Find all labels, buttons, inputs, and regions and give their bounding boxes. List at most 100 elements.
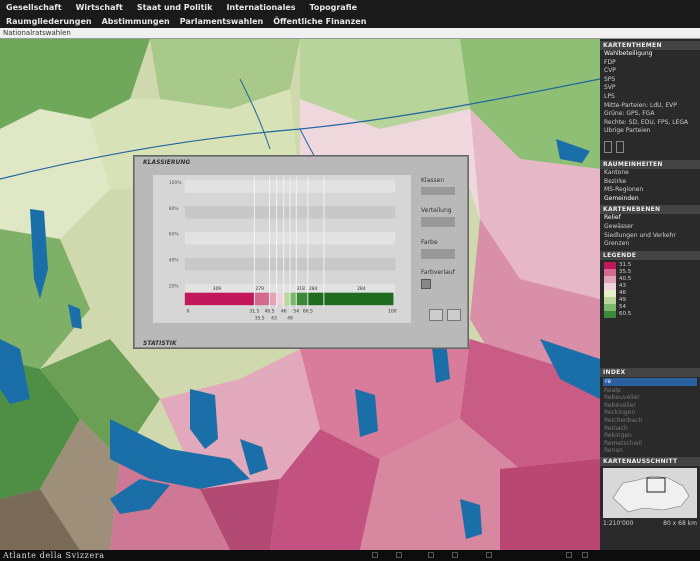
legend-label: 43: [619, 283, 626, 290]
farbverlauf-label: Farbverlauf: [421, 269, 455, 276]
legend-swatch: [604, 282, 616, 290]
bar-view-icon[interactable]: [604, 140, 612, 153]
legend-swatch: [604, 296, 616, 304]
overview-map[interactable]: [603, 468, 697, 519]
layer-relief[interactable]: Relief: [600, 214, 700, 223]
menu-topografie[interactable]: Topografie: [310, 3, 358, 12]
break-label: 43: [271, 315, 277, 321]
legend-label: 49: [619, 297, 626, 304]
help-icon[interactable]: [566, 552, 572, 558]
submenu-oeffentliche-finanzen[interactable]: Öffentliche Finanzen: [273, 17, 366, 26]
index-item[interactable]: Reckingen: [600, 409, 700, 417]
legend-label: 60.5: [619, 311, 632, 318]
save-icon[interactable]: [396, 552, 402, 558]
y-tick-label: 100%: [169, 180, 182, 186]
submenu-abstimmungen[interactable]: Abstimmungen: [102, 17, 170, 26]
klassen-selector[interactable]: [421, 187, 455, 195]
menu-staat-und-politik[interactable]: Staat und Politik: [137, 3, 213, 12]
legend: 31.5 35.5 40.5 43 46 49 54 60.5: [600, 260, 700, 318]
index-item[interactable]: Reinach: [600, 425, 700, 433]
y-tick-label: 40%: [169, 257, 179, 263]
submenu-parlamentswahlen[interactable]: Parlamentswahlen: [180, 17, 264, 26]
theme-sps[interactable]: SPS: [600, 76, 700, 85]
legend-swatch: [604, 261, 616, 269]
theme-svp[interactable]: SVP: [600, 84, 700, 93]
index-item[interactable]: Remetschwil: [600, 440, 700, 448]
farbverlauf-swatch[interactable]: [421, 279, 431, 289]
theme-fdp[interactable]: FDP: [600, 59, 700, 68]
index-item[interactable]: Rebévelier: [600, 402, 700, 410]
legend-row: 43: [600, 282, 700, 290]
close-icon[interactable]: [582, 552, 588, 558]
window-icon[interactable]: [486, 552, 492, 558]
legend-row: 35.5: [600, 268, 700, 276]
theme-cvp[interactable]: CVP: [600, 67, 700, 76]
menu-wirtschaft[interactable]: Wirtschaft: [76, 3, 123, 12]
sub-menu: Raumgliederungen Abstimmungen Parlaments…: [0, 14, 700, 28]
forward-icon[interactable]: [452, 552, 458, 558]
bar-count-label: 318: [296, 286, 305, 292]
theme-wahlbeteiligung[interactable]: Wahlbeteiligung: [600, 50, 700, 59]
unit-kantone[interactable]: Kantone: [600, 169, 700, 178]
theme-view-toggles: [600, 136, 700, 158]
class-bar-segment: [296, 292, 308, 306]
class-bar-segment: [307, 292, 394, 306]
scale-label: 1:210'000: [603, 520, 634, 528]
theme-mitte[interactable]: Mitte-Parteien: LdU, EVP: [600, 102, 700, 111]
farbe-selector[interactable]: [421, 249, 455, 259]
reset-button[interactable]: [429, 309, 443, 321]
index-search-input[interactable]: re: [603, 377, 697, 386]
index-item[interactable]: Rebeuvelier: [600, 394, 700, 402]
brand-logo: Atlante della Svizzera: [3, 551, 105, 560]
menu-gesellschaft[interactable]: Gesellschaft: [6, 3, 62, 12]
index-header: INDEX: [600, 367, 700, 377]
legend-label: 31.5: [619, 262, 632, 269]
index-item[interactable]: Reichenbach: [600, 417, 700, 425]
main-menu: Gesellschaft Wirtschaft Staat und Politi…: [0, 0, 700, 14]
submenu-raumgliederungen[interactable]: Raumgliederungen: [6, 17, 92, 26]
farbe-label: Farbe: [421, 239, 438, 246]
legend-swatch: [604, 275, 616, 283]
legend-label: 54: [619, 304, 626, 311]
unit-gemeinden[interactable]: Gemeinden: [600, 195, 700, 204]
apply-button[interactable]: [447, 309, 461, 321]
theme-lps[interactable]: LPS: [600, 93, 700, 102]
break-label: 46: [281, 308, 287, 314]
extent-label: 80 x 68 km: [663, 520, 697, 528]
class-bar-segment: [269, 292, 277, 306]
break-label: 60.5: [303, 308, 313, 314]
legende-header: LEGENDE: [600, 250, 700, 260]
index-item[interactable]: Rekingen: [600, 432, 700, 440]
class-bar-segment: [290, 292, 297, 306]
kartenthemen-header: KARTENTHEMEN: [600, 41, 700, 50]
breadcrumb[interactable]: Nationalratswahlen: [0, 28, 700, 39]
legend-row: 46: [600, 289, 700, 297]
dialog-title: KLASSIERUNG: [143, 159, 191, 166]
print-icon[interactable]: [372, 552, 378, 558]
legend-label: 46: [619, 290, 626, 297]
break-label: 54: [293, 308, 299, 314]
side-panel: KARTENTHEMEN Wahlbeteiligung FDP CVP SPS…: [600, 39, 700, 550]
theme-gruene[interactable]: Grüne: GPS, FGA: [600, 110, 700, 119]
unit-bezirke[interactable]: Bezirke: [600, 178, 700, 187]
legend-swatch: [604, 289, 616, 297]
statistik-tab[interactable]: STATISTIK: [143, 340, 177, 347]
y-tick-label: 20%: [169, 283, 179, 289]
break-label: 31.5: [249, 308, 259, 314]
back-icon[interactable]: [428, 552, 434, 558]
class-bar-segment: [254, 292, 270, 306]
layer-gewaesser[interactable]: Gewässer: [600, 223, 700, 232]
bar-count-label: 284: [357, 286, 366, 292]
menu-internationales[interactable]: Internationales: [226, 3, 295, 12]
verteilung-selector[interactable]: [421, 217, 455, 227]
layer-grenzen[interactable]: Grenzen: [600, 240, 700, 249]
y-tick-label: 60%: [169, 232, 179, 238]
theme-uebrige[interactable]: Übrige Parteien: [600, 127, 700, 136]
index-item[interactable]: Realp: [600, 387, 700, 395]
index-item[interactable]: Renan: [600, 447, 700, 455]
list-view-icon[interactable]: [616, 140, 624, 153]
unit-ms-regionen[interactable]: MS-Regionen: [600, 186, 700, 195]
theme-rechte[interactable]: Rechte: SD, EDU, FPS, LEGA: [600, 119, 700, 128]
classification-chart[interactable]: 100% 80% 60% 40% 20% 309 279 318 284 284 0 100 31.5 3…: [153, 175, 411, 323]
layer-siedlungen[interactable]: Siedlungen und Verkehr: [600, 232, 700, 241]
